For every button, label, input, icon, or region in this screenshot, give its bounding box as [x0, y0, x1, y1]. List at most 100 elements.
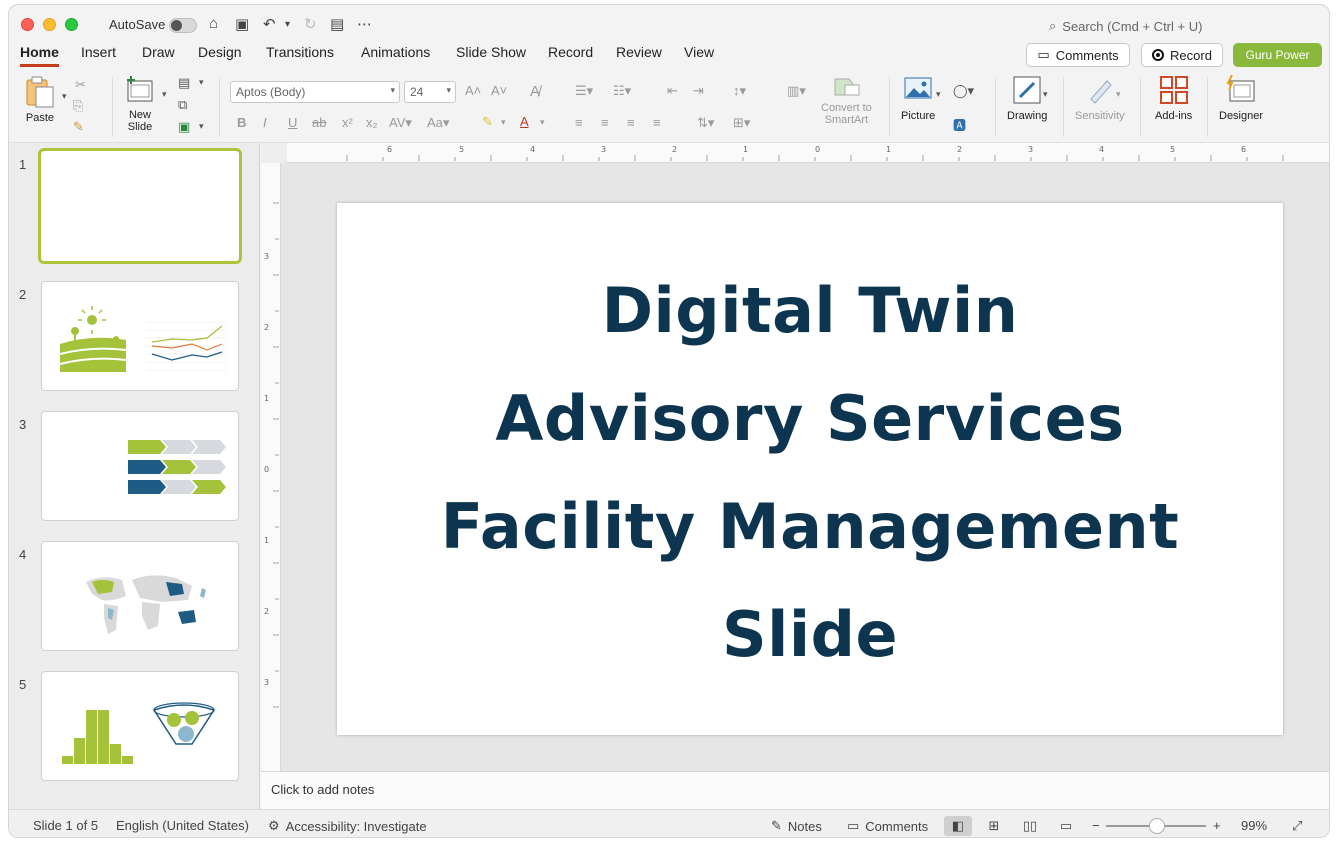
more-options-icon[interactable]: ⋯ [357, 15, 372, 33]
bullets-icon[interactable]: ☰▾ [575, 83, 593, 99]
font-color-dropdown-icon[interactable]: ▾ [540, 117, 545, 128]
character-spacing-icon[interactable]: AV▾ [389, 115, 412, 131]
thumbnail-row[interactable]: 4 [9, 537, 260, 651]
paste-button[interactable]: Paste [23, 75, 57, 124]
numbering-icon[interactable]: ☷▾ [613, 83, 631, 99]
zoom-out-icon[interactable]: − [1092, 818, 1100, 833]
notes-pane[interactable]: Click to add notes [261, 771, 1329, 809]
new-slide-dropdown-icon[interactable]: ▾ [162, 89, 167, 100]
customize-icon[interactable]: ▤ [330, 15, 344, 33]
bold-icon[interactable]: B [237, 115, 246, 130]
font-name-combo[interactable]: Aptos (Body) ▾ [230, 81, 400, 103]
align-right-icon[interactable]: ≡ [627, 115, 635, 130]
home-icon[interactable]: ⌂ [209, 15, 218, 32]
slide-sorter-button[interactable]: ⊞ [980, 816, 1008, 836]
zoom-slider-handle[interactable] [1149, 818, 1165, 834]
undo-dropdown-icon[interactable]: ▾ [285, 19, 290, 30]
justify-icon[interactable]: ≡ [653, 115, 661, 130]
decrease-font-icon[interactable]: A˅ [491, 83, 507, 98]
highlight-icon[interactable]: ✎ [482, 114, 493, 130]
paste-dropdown-icon[interactable]: ▾ [62, 91, 67, 102]
picture-button[interactable]: Picture [901, 75, 935, 122]
close-window-button[interactable] [21, 18, 34, 31]
slide-thumbnail-2[interactable] [41, 281, 239, 391]
minimize-window-button[interactable] [43, 18, 56, 31]
increase-font-icon[interactable]: A˄ [465, 83, 481, 98]
copy-icon[interactable]: ⎘ [73, 98, 83, 114]
reading-view-button[interactable]: ▯▯ [1016, 816, 1044, 836]
current-slide[interactable]: Digital Twin Advisory Services Facility … [337, 203, 1283, 735]
tab-view[interactable]: View [684, 44, 714, 64]
drawing-dropdown-icon[interactable]: ▾ [1043, 89, 1048, 100]
italic-icon[interactable]: I [263, 115, 267, 130]
record-button[interactable]: Record [1141, 43, 1223, 67]
picture-dropdown-icon[interactable]: ▾ [936, 89, 941, 100]
tab-slide-show[interactable]: Slide Show [456, 44, 526, 64]
autosave-toggle[interactable] [169, 18, 197, 33]
font-color-icon[interactable]: A [520, 114, 529, 129]
slide-title-textbox[interactable]: Digital Twin Advisory Services Facility … [337, 257, 1283, 689]
language-indicator[interactable]: English (United States) [116, 818, 249, 833]
align-center-icon[interactable]: ≡ [601, 115, 609, 130]
zoom-level[interactable]: 99% [1241, 818, 1267, 833]
slide-editor[interactable]: 654 321 012 345 6 321 012 3 Digital Twin… [261, 143, 1329, 771]
tab-design[interactable]: Design [198, 44, 242, 64]
sensitivity-dropdown-icon[interactable]: ▾ [1116, 89, 1121, 100]
align-text-icon[interactable]: ⊞▾ [733, 115, 750, 131]
shapes-icon[interactable]: ◯▾ [953, 83, 974, 99]
cut-icon[interactable]: ✂ [75, 77, 86, 93]
font-size-combo[interactable]: 24 ▾ [404, 81, 456, 103]
drawing-button[interactable]: Drawing [1007, 75, 1047, 122]
layout-dropdown-icon[interactable]: ▾ [199, 77, 204, 88]
increase-indent-icon[interactable]: ⇥ [693, 83, 704, 99]
search-box[interactable]: ⌕ Search (Cmd + Ctrl + U) [1049, 18, 1202, 34]
convert-smartart-button[interactable]: Convert to SmartArt [821, 75, 872, 126]
tab-insert[interactable]: Insert [81, 44, 116, 64]
comments-toggle-button[interactable]: ▭ Comments [847, 818, 928, 834]
tab-transitions[interactable]: Transitions [266, 44, 334, 64]
horizontal-ruler[interactable]: 6 5 4 3 2 1 0 1 2 3 4 5 6 [287, 143, 1329, 163]
slide-show-button[interactable]: ▭ [1052, 816, 1080, 836]
decrease-indent-icon[interactable]: ⇤ [667, 83, 678, 99]
notes-toggle-button[interactable]: ✎ Notes [771, 818, 822, 834]
clear-formatting-icon[interactable]: A̸ [530, 83, 540, 100]
designer-button[interactable]: Designer [1219, 75, 1263, 122]
section-dropdown-icon[interactable]: ▾ [199, 121, 204, 132]
undo-icon[interactable]: ↶ [263, 15, 276, 33]
accessibility-status[interactable]: ⚙ Accessibility: Investigate [268, 818, 427, 834]
vertical-ruler[interactable]: 3 2 1 0 1 2 3 [261, 163, 281, 771]
tab-home[interactable]: Home [20, 44, 59, 67]
highlight-dropdown-icon[interactable]: ▾ [501, 117, 506, 128]
columns-icon[interactable]: ▥▾ [787, 83, 806, 99]
slide-thumbnail-3[interactable] [41, 411, 239, 521]
thumbnail-row[interactable]: 1 [9, 147, 260, 264]
underline-icon[interactable]: U [288, 115, 297, 130]
line-spacing-icon[interactable]: ↕▾ [733, 83, 746, 99]
slide-thumbnail-5[interactable] [41, 671, 239, 781]
tab-draw[interactable]: Draw [142, 44, 175, 64]
align-left-icon[interactable]: ≡ [575, 115, 583, 130]
format-painter-icon[interactable]: ✎ [73, 119, 84, 135]
tab-animations[interactable]: Animations [361, 44, 430, 64]
save-icon[interactable]: ▣ [235, 15, 249, 33]
slide-thumbnail-1[interactable] [38, 148, 242, 264]
comments-button[interactable]: ▭ Comments [1026, 43, 1130, 67]
zoom-in-icon[interactable]: + [1213, 818, 1221, 833]
reset-icon[interactable]: ⧉ [178, 97, 187, 113]
subscript-icon[interactable]: x₂ [366, 115, 378, 130]
thumbnail-row[interactable]: 5 [9, 667, 260, 781]
tab-record[interactable]: Record [548, 44, 593, 64]
normal-view-button[interactable]: ◧ [944, 816, 972, 836]
redo-icon[interactable]: ↻ [304, 15, 317, 33]
section-icon[interactable]: ▣ [178, 119, 190, 135]
change-case-icon[interactable]: Aa▾ [427, 115, 449, 131]
slide-thumbnail-4[interactable] [41, 541, 239, 651]
tab-review[interactable]: Review [616, 44, 662, 64]
strikethrough-icon[interactable]: ab [312, 115, 326, 130]
layout-icon[interactable]: ▤ [178, 75, 190, 91]
slide-thumbnails-pane[interactable]: 1 2 3 4 5 [9, 143, 260, 809]
text-direction-icon[interactable]: ⇅▾ [697, 115, 714, 131]
text-box-icon[interactable]: 🅰 [953, 115, 966, 134]
new-slide-button[interactable]: New Slide [125, 75, 155, 133]
superscript-icon[interactable]: x² [342, 115, 353, 130]
